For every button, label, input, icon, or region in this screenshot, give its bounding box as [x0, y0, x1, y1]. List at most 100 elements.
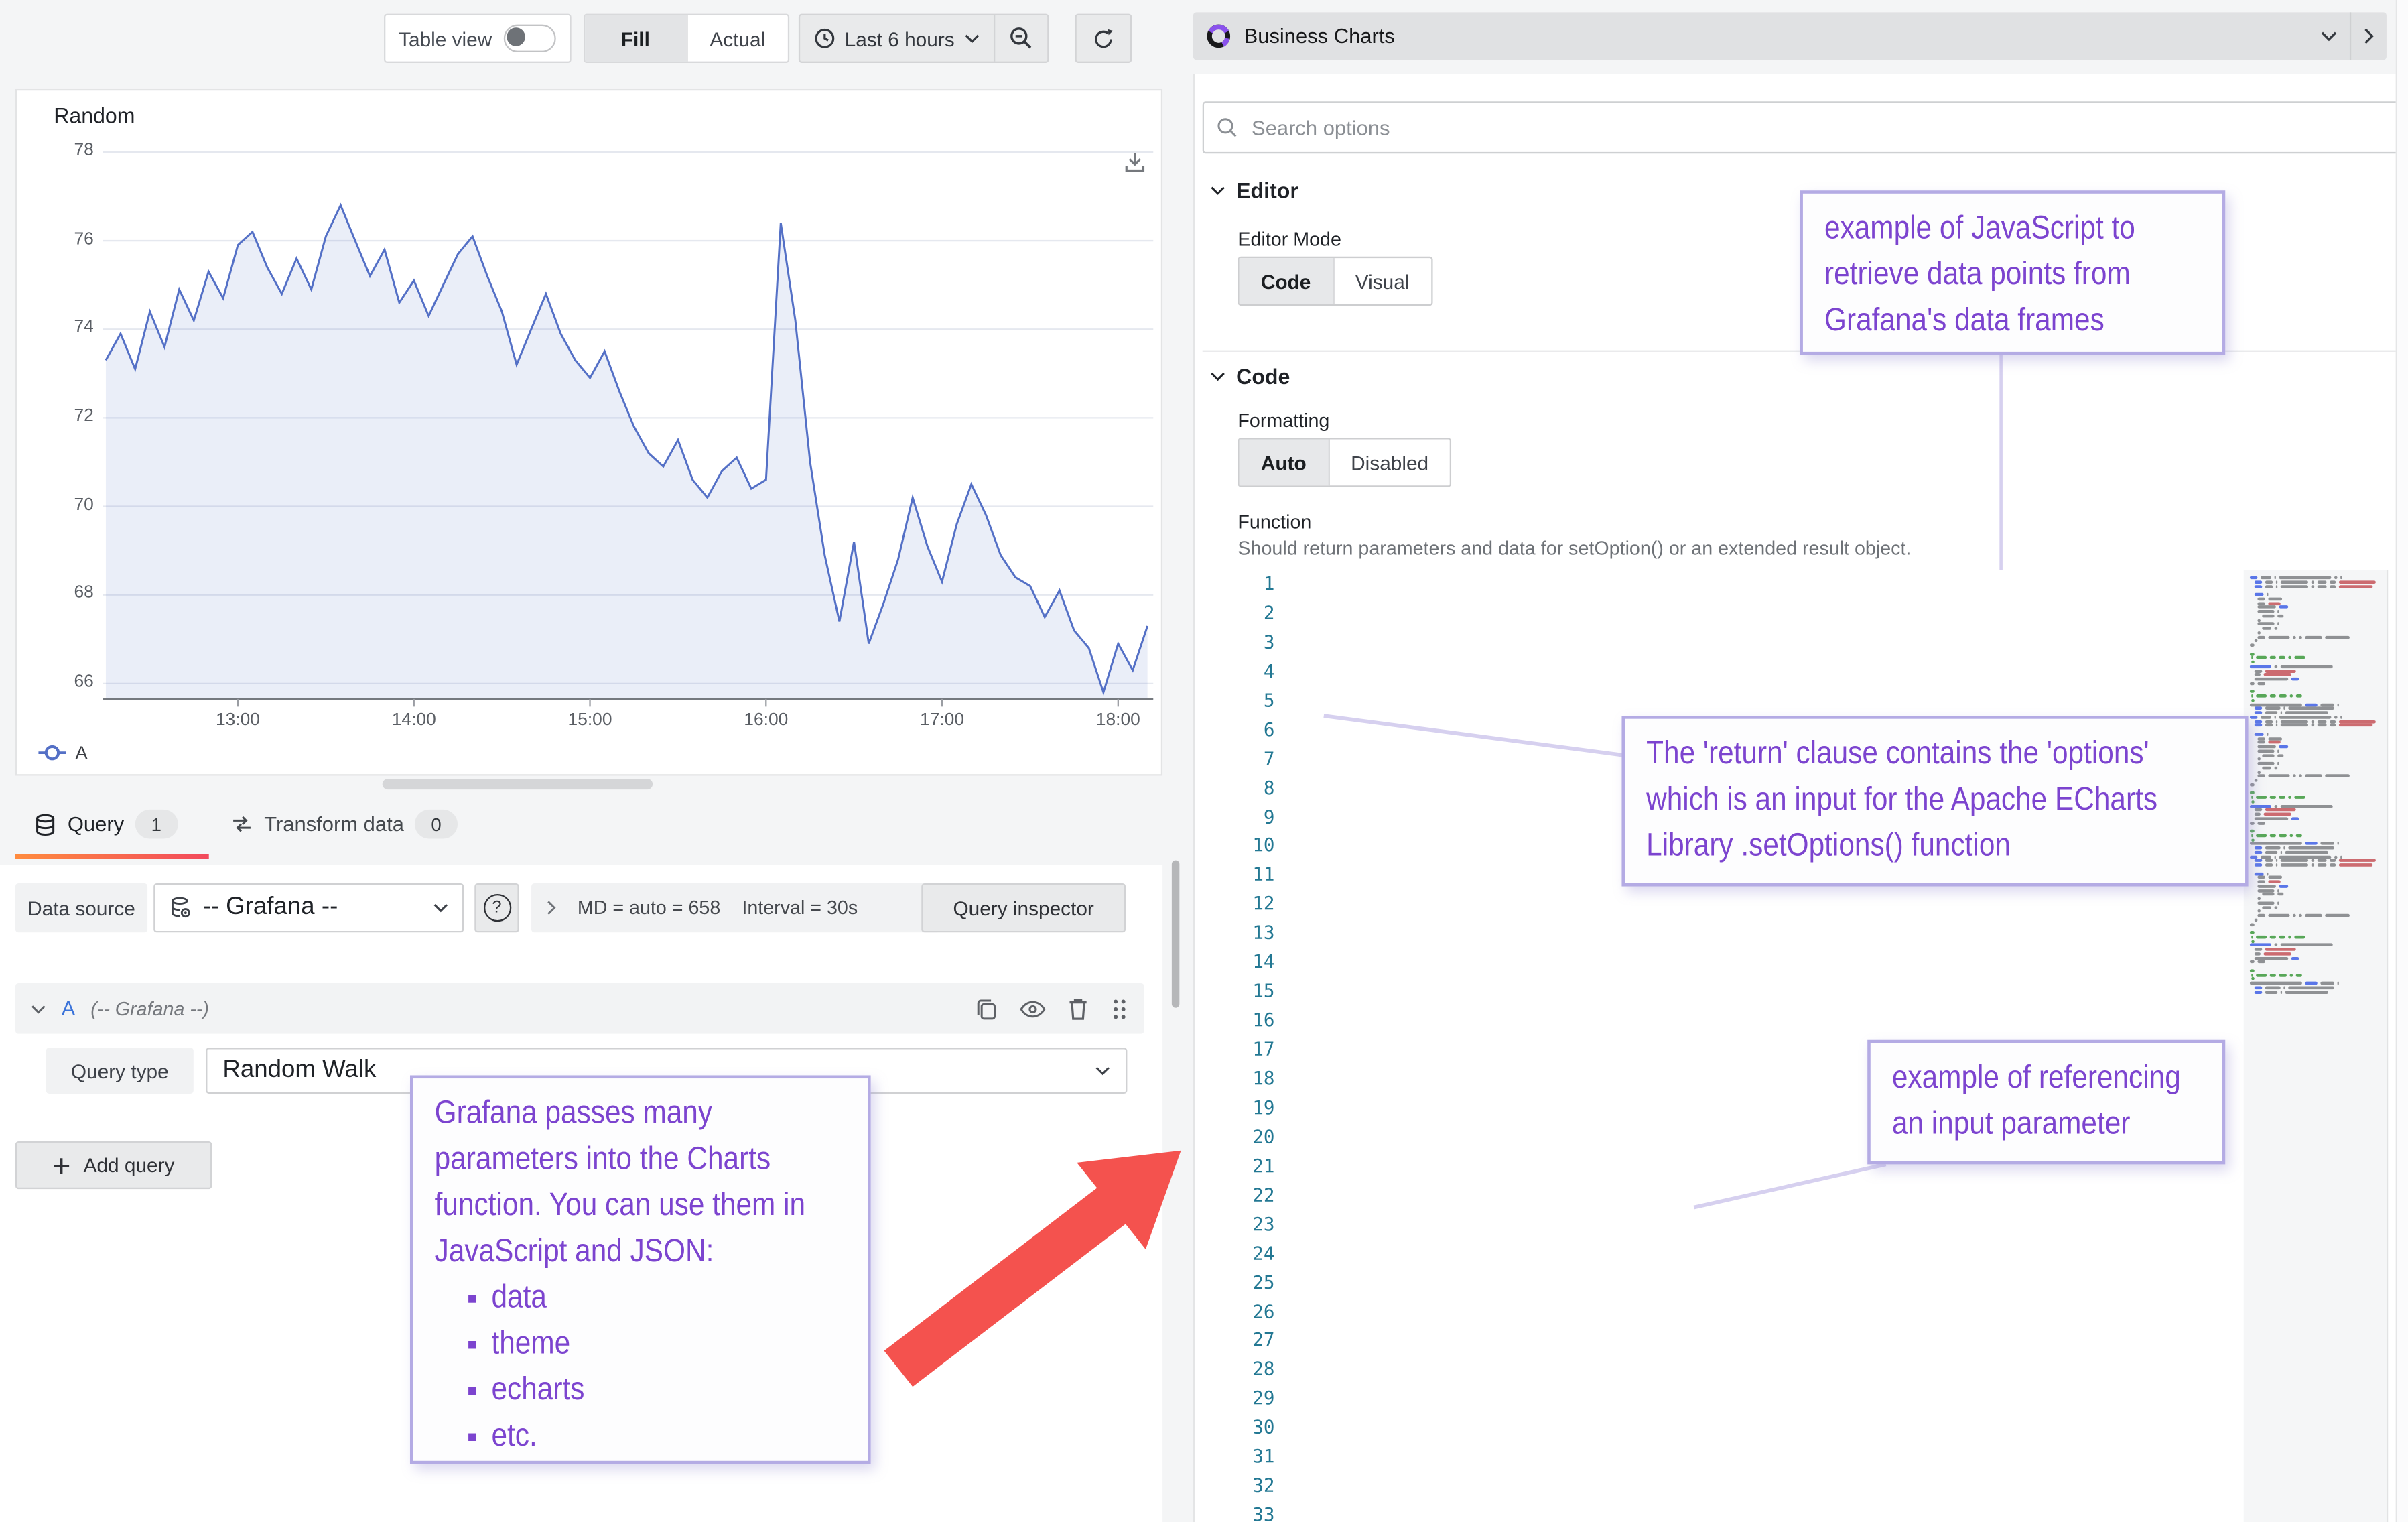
minimap-bar: [2251, 656, 2254, 659]
minimap-bar: [2279, 935, 2285, 938]
duplicate-icon[interactable]: [975, 996, 998, 1021]
datasource-help-button[interactable]: ?: [474, 883, 519, 933]
zoom-out-button[interactable]: [994, 15, 1047, 62]
minimap-bar: [2278, 715, 2331, 719]
tab-transform-data[interactable]: Transform data 0: [230, 809, 458, 839]
line-number: 26: [1252, 1300, 1275, 1322]
line-number: 12: [1252, 893, 1275, 915]
minimap-bar: [2334, 576, 2337, 580]
minimap-bar: [2281, 711, 2283, 714]
page-scrollbar[interactable]: [2395, 0, 2408, 1522]
x-axis-label: 17:00: [920, 711, 965, 730]
minimap-bar: [2253, 846, 2262, 850]
editor-mode-visual[interactable]: Visual: [1334, 258, 1431, 304]
editor-mode-code[interactable]: Code: [1239, 258, 1334, 304]
minimap-bar: [2253, 580, 2262, 584]
minimap-bar: [2317, 719, 2328, 723]
minimap-bar: [2253, 673, 2261, 677]
minimap-bar: [2278, 576, 2331, 580]
query-options-summary[interactable]: MD = auto = 658 Interval = 30s: [531, 883, 940, 933]
pane-splitter[interactable]: [1171, 860, 1180, 1008]
horizontal-scrollbar[interactable]: [382, 779, 653, 790]
time-controls: Last 6 hours: [798, 13, 1049, 63]
minimap-bar: [2290, 816, 2299, 820]
options-search-input[interactable]: [1248, 114, 2387, 141]
minimap-bar: [2253, 863, 2262, 867]
query-inspector-button[interactable]: Query inspector: [921, 883, 1126, 933]
minimap-bar: [2330, 719, 2336, 723]
minimap-bar: [2279, 834, 2287, 837]
query-row-header[interactable]: A (-- Grafana --): [15, 982, 1144, 1034]
minimap-bar: [2280, 804, 2333, 808]
minimap-bar: [2261, 576, 2271, 580]
minimap-bar: [2249, 981, 2302, 985]
minimap-bar: [2249, 922, 2255, 926]
fill-option[interactable]: Fill: [585, 15, 686, 62]
chevron-down-icon[interactable]: [2320, 31, 2337, 42]
tab-query[interactable]: Query 1: [34, 809, 178, 839]
formatting-auto[interactable]: Auto: [1239, 439, 1330, 486]
section-editor[interactable]: Editor: [1210, 178, 1298, 203]
series-legend[interactable]: A: [38, 742, 88, 764]
formatting-disabled[interactable]: Disabled: [1329, 440, 1450, 486]
line-number: 18: [1252, 1067, 1275, 1090]
collapse-chevron-icon[interactable]: [31, 1004, 46, 1013]
minimap-bar: [2324, 913, 2349, 917]
actual-option[interactable]: Actual: [685, 15, 787, 62]
minimap-bar: [2257, 770, 2261, 774]
x-axis-label: 13:00: [216, 711, 260, 730]
minimap-bar: [2253, 816, 2288, 820]
minimap-bar: [2340, 854, 2342, 859]
minimap-bar: [2293, 913, 2297, 917]
hide-response-eye-icon[interactable]: [1020, 999, 1046, 1018]
minimap-bar: [2251, 838, 2255, 841]
time-series-plot[interactable]: [103, 140, 1154, 712]
minimap-bar: [2311, 584, 2315, 588]
table-view-toggle[interactable]: Table view: [384, 13, 572, 63]
panel-header[interactable]: Business Charts: [1193, 12, 2387, 60]
minimap-bar: [2321, 842, 2334, 846]
annotation-connector-line: [1693, 1162, 1887, 1210]
minimap-bar: [2253, 584, 2262, 588]
minimap-bar: [2251, 698, 2255, 702]
minimap-bar: [2256, 694, 2267, 698]
refresh-button[interactable]: [1075, 13, 1132, 63]
section-code[interactable]: Code: [1210, 364, 1290, 389]
series-legend-label: A: [75, 742, 88, 764]
minimap-bar: [2330, 584, 2336, 588]
add-query-button[interactable]: Add query: [15, 1141, 212, 1190]
options-search[interactable]: [1202, 101, 2401, 154]
minimap-bar: [2289, 694, 2293, 698]
line-number: 7: [1263, 747, 1275, 769]
datasource-picker[interactable]: -- Grafana --: [153, 883, 464, 933]
minimap-bar: [2257, 601, 2266, 605]
minimap-bar: [2269, 796, 2276, 799]
minimap-bar: [2249, 854, 2258, 859]
y-axis-label: 68: [74, 584, 94, 603]
minimap-bar: [2251, 796, 2254, 799]
minimap-bar: [2256, 973, 2267, 976]
minimap-bar: [2253, 948, 2262, 951]
time-range-picker[interactable]: Last 6 hours: [800, 15, 993, 62]
minimap[interactable]: [2243, 570, 2387, 1522]
minimap-bar: [2305, 842, 2318, 846]
minimap-bar: [2294, 935, 2306, 938]
minimap-bar: [2279, 973, 2287, 976]
minimap-bar: [2257, 609, 2274, 613]
minimap-bar: [2277, 888, 2279, 892]
minimap-bar: [2290, 677, 2299, 681]
drag-handle-icon[interactable]: [1110, 996, 1129, 1021]
minimap-bar: [2338, 863, 2372, 867]
chevron-right-icon[interactable]: [2364, 27, 2374, 44]
chart-svg: [103, 151, 1154, 707]
delete-trash-icon[interactable]: [1067, 996, 1089, 1021]
minimap-bar: [2257, 757, 2261, 761]
minimap-bar: [2269, 876, 2282, 879]
editor-scrollbar[interactable]: [2386, 570, 2396, 1522]
minimap-bar: [2288, 935, 2292, 938]
table-view-switch[interactable]: [504, 24, 557, 52]
chevron-down-icon: [1211, 186, 1225, 195]
switch-knob: [507, 27, 526, 46]
minimap-bar: [2263, 952, 2291, 956]
minimap-bar: [2296, 834, 2303, 837]
